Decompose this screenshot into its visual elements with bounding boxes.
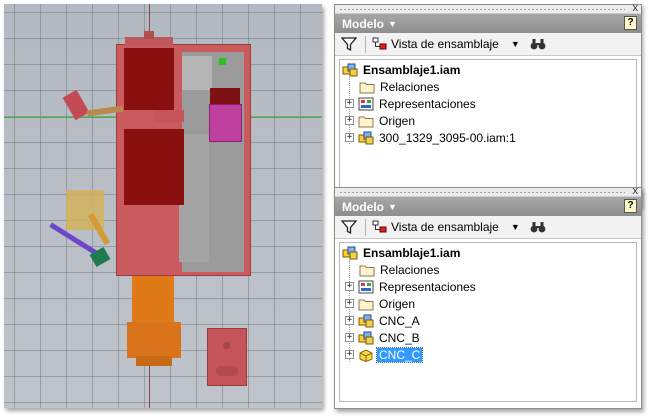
representations-icon [358,280,374,293]
dark-red-block-upper [124,48,174,110]
representations-icon [358,97,374,110]
view-dropdown-icon[interactable]: ▼ [511,39,520,49]
panel-grip[interactable]: x [335,2,641,14]
expand-icon[interactable]: + [345,99,354,108]
tree-item-label: 300_1329_3095-00.iam:1 [379,130,516,145]
tree-item-label: Representaciones [379,96,476,111]
orange-motor-body [132,276,174,326]
toolbar-separator [365,35,366,53]
folder-icon [358,299,374,310]
tree-item-label: CNC_B [379,330,420,345]
tree-item-label: Relaciones [380,79,440,94]
part-icon [359,348,373,362]
tree-item-cnc-a[interactable]: + CNC_A [345,312,422,329]
tree-item-subassembly[interactable]: + 300_1329_3095-00.iam:1 [345,129,518,146]
help-icon[interactable]: ? [624,16,637,30]
help-icon[interactable]: ? [624,199,637,213]
model-browser-bottom: x Modelo ▼ ? Vista de ensamblaje ▼ Ensam… [334,185,642,409]
filter-icon[interactable] [341,36,357,52]
assembly-icon [358,331,374,344]
view-selector-label[interactable]: Vista de ensamblaje [391,220,499,234]
browser-tree: Ensamblaje1.iam Relaciones + Representac… [339,242,637,402]
tree-item-cnc-b[interactable]: + CNC_B [345,329,422,346]
browser-tree: Ensamblaje1.iam Relaciones + Representac… [339,59,637,201]
tree-item-representaciones[interactable]: + Representaciones [345,95,478,112]
panel-grip[interactable]: x [335,185,641,197]
tree-root[interactable]: Ensamblaje1.iam [342,244,462,261]
expand-icon[interactable]: + [345,133,354,142]
browser-toolbar: Vista de ensamblaje ▼ [335,216,641,239]
tree-item-origen[interactable]: + Origen [345,112,417,129]
tree-item-label-selected: CNC_C [375,346,424,363]
browser-toolbar: Vista de ensamblaje ▼ [335,33,641,56]
assembly-icon [342,246,358,259]
view-selector-label[interactable]: Vista de ensamblaje [391,37,499,51]
expand-icon[interactable]: + [345,333,354,342]
assembly-view-icon [372,220,387,233]
model-browser-top: x Modelo ▼ ? Vista de ensamblaje ▼ Ensam… [334,2,642,208]
folder-icon [359,82,375,93]
tree-item-label: Relaciones [380,262,440,277]
expand-icon[interactable]: + [345,116,354,125]
close-icon[interactable]: x [633,185,639,197]
magenta-module [209,104,242,142]
browser-titlebar[interactable]: Modelo ▼ ? [335,197,641,216]
expand-icon[interactable]: + [345,299,354,308]
tree-item-origen[interactable]: + Origen [345,295,417,312]
grip-dots [339,8,625,11]
expand-icon[interactable]: + [345,316,354,325]
expand-icon[interactable]: + [345,282,354,291]
bottom-right-box-knob [223,342,230,349]
root-label: Ensamblaje1.iam [363,245,461,260]
tree-item-relaciones[interactable]: Relaciones [359,78,441,95]
grey-component-top [182,56,212,90]
bottom-right-box-detail [216,366,238,376]
tree-item-label: Origen [379,113,416,128]
filter-icon[interactable] [341,219,357,235]
tree-item-cnc-c[interactable]: + CNC_C [345,346,424,363]
orange-motor-base [127,322,181,358]
cabinet-top-knob [144,31,154,39]
tree-item-label: Representaciones [379,279,476,294]
assembly-icon [358,314,374,327]
graphics-viewport[interactable] [4,4,322,408]
cabinet-rail [154,110,184,122]
dark-red-block-right [210,88,240,104]
browser-titlebar[interactable]: Modelo ▼ ? [335,14,641,33]
browser-title[interactable]: Modelo [342,17,384,31]
tree-root[interactable]: Ensamblaje1.iam [342,61,462,78]
tree-item-representaciones[interactable]: + Representaciones [345,278,478,295]
grip-dots [339,191,625,194]
bottom-right-box [207,328,247,386]
binoculars-icon[interactable] [530,37,546,51]
close-icon[interactable]: x [633,2,639,14]
tree-item-label: Origen [379,296,416,311]
dark-red-block-lower [124,129,184,205]
browser-title[interactable]: Modelo [342,200,384,214]
root-label: Ensamblaje1.iam [363,62,461,77]
green-indicator [219,58,226,65]
expand-icon[interactable]: + [345,350,354,359]
assembly-view-icon [372,37,387,50]
toolbar-separator [365,218,366,236]
chevron-down-icon[interactable]: ▼ [388,19,397,29]
binoculars-icon[interactable] [530,220,546,234]
assembly-icon [342,63,358,76]
chevron-down-icon[interactable]: ▼ [388,202,397,212]
folder-icon [358,116,374,127]
assembly-icon [358,131,374,144]
folder-icon [359,265,375,276]
view-dropdown-icon[interactable]: ▼ [511,222,520,232]
orange-motor-tail [136,356,172,366]
tree-item-label: CNC_A [379,313,420,328]
tree-item-relaciones[interactable]: Relaciones [359,261,441,278]
